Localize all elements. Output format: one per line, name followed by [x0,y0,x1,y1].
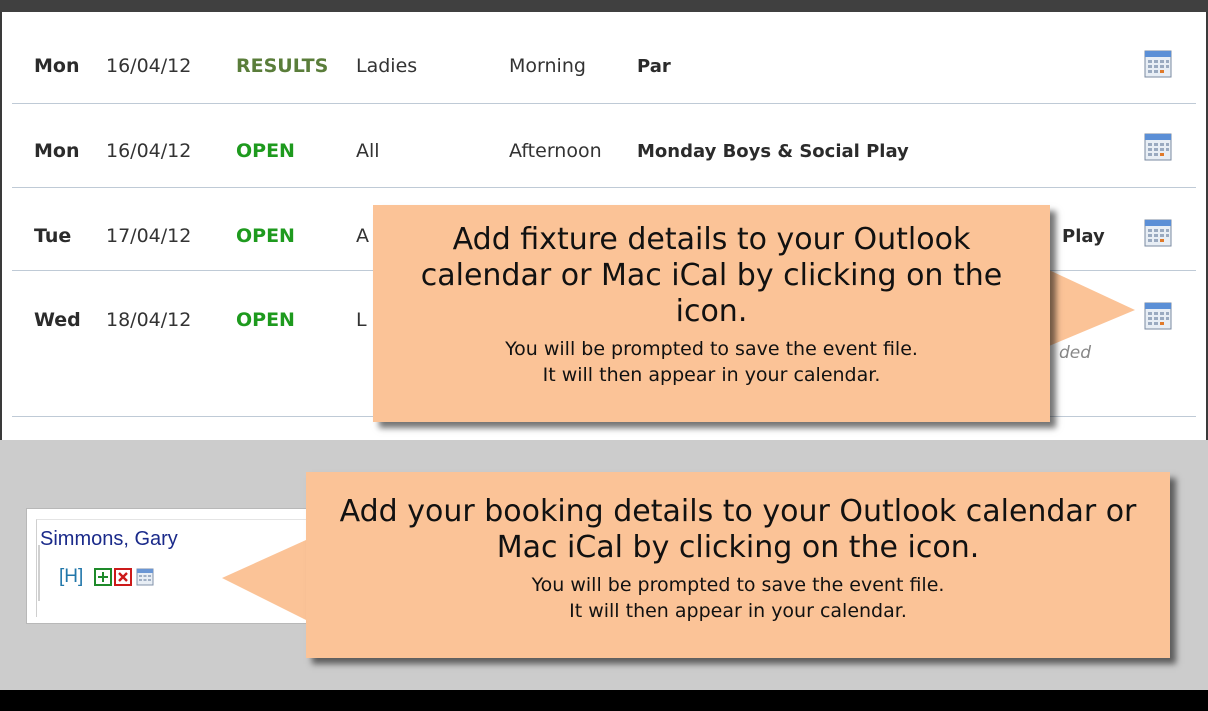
booking-callout-line2: It will then appear in your calendar. [569,600,907,622]
top-border [0,0,1208,12]
fixture-date: 18/04/12 [106,309,192,331]
calendar-icon[interactable] [136,568,154,586]
fixture-status[interactable]: RESULTS [236,55,328,77]
player-name-link[interactable]: Simmons, Gary [40,528,178,551]
plus-icon[interactable] [94,568,112,586]
fixture-day: Wed [34,309,81,331]
fixture-status[interactable]: OPEN [236,140,295,162]
fixture-group: L [356,309,367,331]
bottom-border [0,690,1208,711]
fixture-competition: Monday Boys & Social Play [637,141,909,162]
fixture-row: Mon 16/04/12 OPEN All Afternoon Monday B… [12,104,1196,188]
fixture-day: Mon [34,140,80,162]
fixture-competition: Play [1062,226,1105,247]
fixture-session: Morning [509,55,586,77]
fixture-group: All [356,140,380,162]
fixture-callout-heading: Add fixture details to your Outlook cale… [420,222,1003,329]
fixture-day: Tue [34,225,72,247]
fixture-session: Afternoon [509,140,602,162]
fixture-callout-line2: It will then appear in your calendar. [542,364,881,386]
fixture-callout-line1: You will be prompted to save the event f… [505,338,918,360]
fixture-date: 17/04/12 [106,225,192,247]
fixture-competition: Par [637,56,671,77]
booking-divider [38,545,40,601]
calendar-icon[interactable] [1144,302,1172,330]
close-icon[interactable] [114,568,132,586]
fixture-day: Mon [34,55,80,77]
calendar-icon[interactable] [1144,50,1172,78]
booking-callout-heading: Add your booking details to your Outlook… [339,494,1137,565]
booking-callout: Add your booking details to your Outlook… [306,472,1170,658]
fixture-group: A [356,225,369,247]
calendar-icon[interactable] [1144,219,1172,247]
fixture-date: 16/04/12 [106,140,192,162]
fixture-status[interactable]: OPEN [236,309,295,331]
fixture-callout: Add fixture details to your Outlook cale… [373,205,1050,422]
fixture-group: Ladies [356,55,418,77]
fixture-note: ded [1059,343,1092,363]
fixture-date: 16/04/12 [106,55,192,77]
calendar-icon[interactable] [1144,133,1172,161]
fixture-status[interactable]: OPEN [236,225,295,247]
handicap-link[interactable]: [H] [59,566,83,588]
fixture-row: Mon 16/04/12 RESULTS Ladies Morning Par [12,31,1196,104]
booking-callout-line1: You will be prompted to save the event f… [531,574,945,596]
